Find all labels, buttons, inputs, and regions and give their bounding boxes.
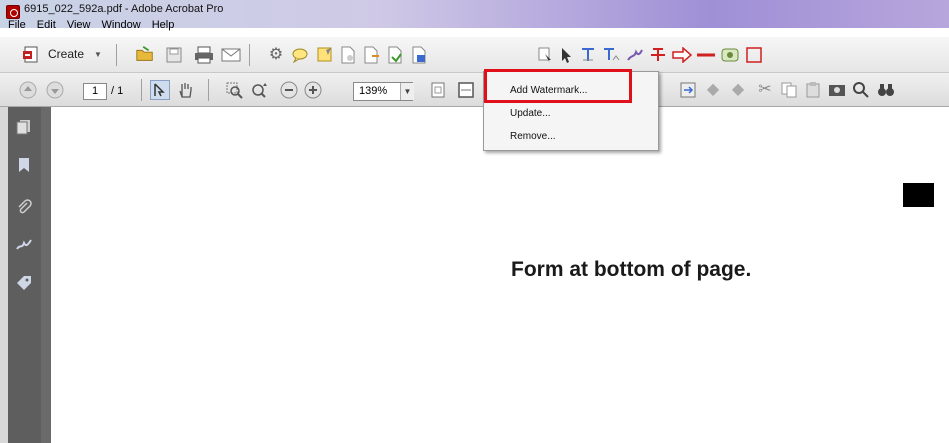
select-tool-icon[interactable] <box>150 80 170 100</box>
fit-width-icon[interactable] <box>456 80 476 100</box>
undo-icon[interactable]: ◆ <box>703 80 723 100</box>
comment-icon[interactable] <box>290 45 310 65</box>
create-pdf-icon[interactable] <box>22 45 42 65</box>
document-page <box>51 107 949 443</box>
document-export-icon[interactable] <box>386 45 406 65</box>
open-folder-icon[interactable] <box>135 44 155 64</box>
cut-icon[interactable]: ✂ <box>755 80 775 100</box>
next-page-icon[interactable] <box>45 80 65 100</box>
document-text: Form at bottom of page. <box>511 258 752 281</box>
acrobat-app-icon <box>6 5 20 19</box>
create-button[interactable]: Create <box>48 47 84 61</box>
bookmarks-icon[interactable] <box>16 157 32 173</box>
window-frame <box>0 107 8 443</box>
document-icon[interactable] <box>338 45 358 65</box>
binoculars-icon[interactable] <box>876 80 896 100</box>
menu-help[interactable]: Help <box>152 19 175 31</box>
zoom-marquee-icon[interactable] <box>224 80 244 100</box>
hand-tool-icon[interactable] <box>176 80 196 100</box>
toolbar-separator <box>116 44 117 66</box>
text-touchup-icon[interactable] <box>601 45 621 65</box>
toolbar-separator <box>249 44 250 66</box>
settings-gear-icon[interactable]: ⚙ <box>266 45 286 65</box>
rectangle-icon[interactable] <box>744 45 764 65</box>
black-rectangle-mark <box>903 183 934 207</box>
zoom-dynamic-icon[interactable] <box>250 80 270 100</box>
paste-icon[interactable] <box>803 80 823 100</box>
menu-window[interactable]: Window <box>102 19 141 31</box>
fit-page-icon[interactable] <box>428 80 448 100</box>
page-total: / 1 <box>111 85 124 97</box>
tags-icon[interactable] <box>16 275 32 291</box>
page-number-input[interactable]: 1 <box>83 83 107 100</box>
zoom-dropdown-icon[interactable]: ▼ <box>400 83 414 100</box>
prev-page-icon[interactable] <box>18 80 38 100</box>
zoom-out-icon[interactable] <box>279 80 299 100</box>
select-object-icon[interactable] <box>535 45 555 65</box>
signatures-icon[interactable] <box>16 237 32 253</box>
navigation-pane <box>8 107 41 443</box>
create-dropdown-icon[interactable]: ▼ <box>94 50 102 59</box>
text-edit-icon[interactable] <box>578 45 598 65</box>
navigation-toolbar: ◆ ◆ ✂ <box>0 73 949 107</box>
toolbar-separator <box>208 79 209 101</box>
main-toolbar: Create ▼ ⚙ <box>0 37 949 104</box>
email-icon[interactable] <box>221 45 241 65</box>
highlight-box <box>484 69 632 103</box>
window-title: 6915_022_592a.pdf - Adobe Acrobat Pro <box>24 3 224 15</box>
print-icon[interactable] <box>194 45 214 65</box>
zoom-in-icon[interactable] <box>303 80 323 100</box>
pages-icon[interactable] <box>16 119 32 135</box>
stamp-icon[interactable] <box>720 45 740 65</box>
export-icon[interactable] <box>678 80 698 100</box>
search-icon[interactable] <box>851 80 871 100</box>
menu-view[interactable]: View <box>67 19 91 31</box>
copy-icon[interactable] <box>779 80 799 100</box>
strikethrough-icon[interactable] <box>648 45 668 65</box>
snapshot-icon[interactable] <box>827 80 847 100</box>
menu-item-remove[interactable]: Remove... <box>510 131 556 142</box>
menu-item-update[interactable]: Update... <box>510 108 551 119</box>
document-arrow-icon[interactable] <box>362 45 382 65</box>
save-icon[interactable] <box>164 45 184 65</box>
sign-pen-icon[interactable] <box>625 45 645 65</box>
arrow-icon[interactable] <box>672 45 692 65</box>
menu-edit[interactable]: Edit <box>37 19 56 31</box>
toolbar-separator <box>141 79 142 101</box>
line-icon[interactable] <box>696 45 716 65</box>
pane-divider <box>41 107 51 443</box>
document-add-icon[interactable] <box>410 45 430 65</box>
cursor-icon[interactable] <box>556 45 576 65</box>
sticky-note-icon[interactable] <box>315 45 335 65</box>
menu-bar: File Edit View Window Help <box>0 19 949 35</box>
menu-file[interactable]: File <box>8 19 26 31</box>
attachments-icon[interactable] <box>16 199 32 215</box>
redo-icon[interactable]: ◆ <box>728 80 748 100</box>
